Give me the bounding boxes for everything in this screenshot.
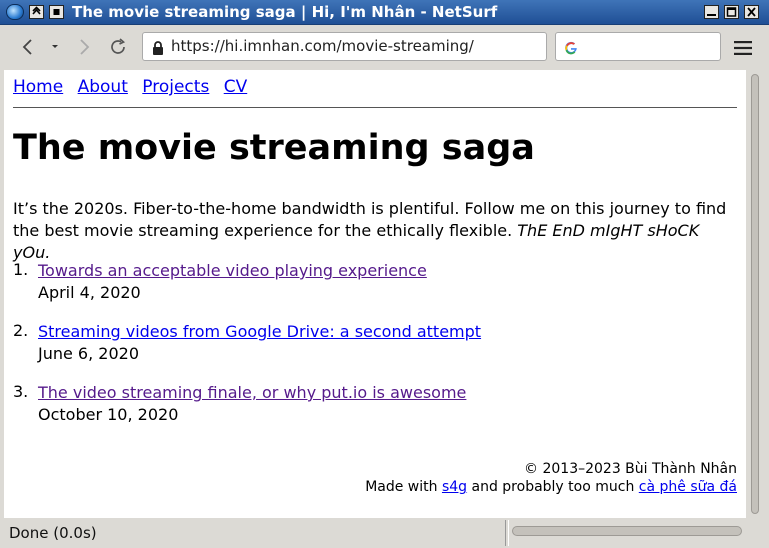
post-date: April 4, 2020 [38, 283, 141, 302]
post-link[interactable]: Towards an acceptable video playing expe… [38, 260, 481, 282]
list-number: 3. [13, 382, 29, 401]
post-list: 1. Towards an acceptable video playing e… [13, 260, 481, 443]
copyright: © 2013–2023 Bùi Thành Nhân [524, 461, 737, 477]
window-titlebar: The movie streaming saga | Hi, I'm Nhân … [0, 0, 769, 25]
page-viewport: Home About Projects CV The movie streami… [4, 70, 746, 518]
page-footer: © 2013–2023 Bùi Thành Nhân Made with s4g… [365, 460, 737, 496]
divider [13, 107, 737, 108]
coffee-link[interactable]: cà phê sữa đá [639, 479, 737, 495]
search-field[interactable] [555, 32, 721, 61]
post-date: October 10, 2020 [38, 405, 179, 424]
shade-icon[interactable] [29, 5, 44, 19]
status-divider[interactable] [505, 520, 509, 546]
vertical-scroll-thumb[interactable] [751, 74, 759, 514]
window-title: The movie streaming saga | Hi, I'm Nhân … [72, 3, 498, 21]
post-date: June 6, 2020 [38, 344, 139, 363]
hamburger-menu-icon[interactable] [734, 40, 752, 59]
minimize-icon[interactable] [704, 5, 719, 19]
forward-arrow-icon[interactable] [73, 37, 95, 57]
list-number: 1. [13, 260, 29, 279]
browser-toolbar: https://hi.imnhan.com/movie-streaming/ [0, 25, 769, 69]
status-text: Done (0.0s) [9, 524, 97, 542]
site-nav: Home About Projects CV [13, 77, 256, 97]
google-icon [564, 40, 578, 59]
made-middle: and probably too much [471, 479, 635, 495]
list-item: 3. The video streaming finale, or why pu… [13, 382, 481, 443]
reload-icon[interactable] [108, 37, 130, 57]
status-bar: Done (0.0s) [0, 518, 769, 548]
s4g-link[interactable]: s4g [442, 479, 467, 495]
history-dropdown-icon[interactable] [44, 37, 66, 57]
post-link[interactable]: The video streaming finale, or why put.i… [38, 382, 481, 404]
lock-icon [152, 40, 164, 59]
url-bar[interactable]: https://hi.imnhan.com/movie-streaming/ [142, 32, 547, 61]
list-number: 2. [13, 321, 29, 340]
list-item: 1. Towards an acceptable video playing e… [13, 260, 481, 321]
horizontal-scroll-thumb[interactable] [512, 526, 742, 536]
netsurf-globe-icon[interactable] [6, 4, 24, 20]
url-text: https://hi.imnhan.com/movie-streaming/ [171, 37, 474, 55]
sticky-icon[interactable] [49, 5, 64, 19]
intro-paragraph: It’s the 2020s. Fiber-to-the-home bandwi… [13, 198, 733, 264]
nav-link-cv[interactable]: CV [224, 77, 248, 97]
close-icon[interactable] [744, 5, 759, 19]
post-link[interactable]: Streaming videos from Google Drive: a se… [38, 321, 481, 343]
page-title: The movie streaming saga [13, 128, 535, 168]
vertical-scrollbar[interactable] [747, 70, 765, 518]
made-prefix: Made with [365, 479, 438, 495]
back-arrow-icon[interactable] [17, 37, 39, 57]
made-with-line: Made with s4g and probably too much cà p… [365, 478, 737, 496]
nav-link-projects[interactable]: Projects [142, 77, 209, 97]
list-item: 2. Streaming videos from Google Drive: a… [13, 321, 481, 382]
nav-link-about[interactable]: About [78, 77, 128, 97]
maximize-icon[interactable] [724, 5, 739, 19]
nav-link-home[interactable]: Home [13, 77, 63, 97]
